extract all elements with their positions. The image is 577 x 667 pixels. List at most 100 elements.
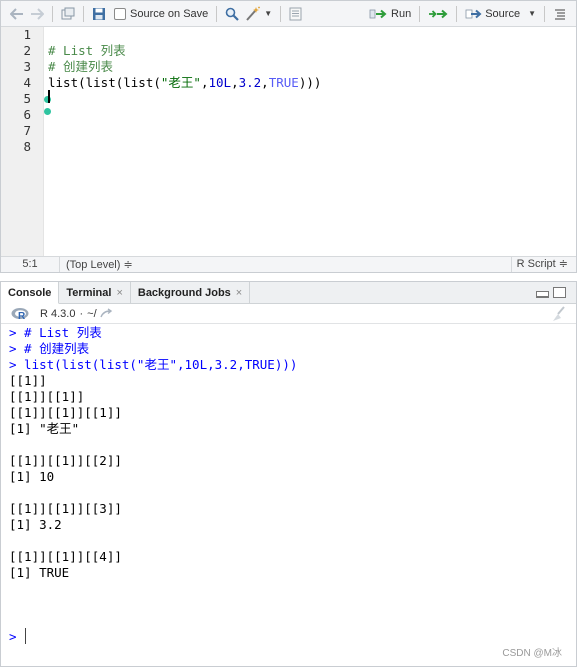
forward-button[interactable] xyxy=(27,4,47,24)
close-icon[interactable]: × xyxy=(116,287,122,299)
separator-dot: · xyxy=(79,307,84,320)
code-number: 10L xyxy=(208,75,232,90)
line-number: 4 xyxy=(23,75,31,90)
tab-console[interactable]: Console xyxy=(1,282,60,304)
tab-label: Console xyxy=(8,286,52,299)
toolbar-divider xyxy=(83,5,84,22)
document-outline-button[interactable] xyxy=(550,4,570,24)
line-number: 2 xyxy=(23,43,31,58)
console-output[interactable]: > # List 列表 > # 创建列表 > list(list(list("老… xyxy=(1,325,576,666)
maximize-pane-icon[interactable] xyxy=(553,287,566,298)
line-number: 5 xyxy=(23,91,31,106)
console-output-line: [[1]][[1]][[1]] xyxy=(9,405,122,420)
watermark: CSDN @M冰 xyxy=(502,648,562,659)
console-toolbar: R R 4.3.0 · ~/ xyxy=(1,304,576,324)
line-number-gutter: 1 2 3 4 5 6 7 8 xyxy=(1,27,44,256)
popout-icon xyxy=(61,7,75,20)
console-pane: Console Terminal × Background Jobs × R R… xyxy=(0,281,577,667)
console-output-line: [[1]] xyxy=(9,373,47,388)
console-output-line: [[1]][[1]][[4]] xyxy=(9,549,122,564)
console-input-caret[interactable] xyxy=(25,628,26,644)
code-function-call: list(list(list( xyxy=(48,75,161,90)
scope-selector[interactable]: (Top Level) ≑ xyxy=(60,258,511,271)
find-replace-button[interactable] xyxy=(222,4,242,24)
pane-controls xyxy=(536,282,576,303)
code-comment-line: # List 列表 xyxy=(48,43,126,58)
r-logo-icon: R xyxy=(11,307,29,321)
code-comma: , xyxy=(231,75,239,90)
run-label: Run xyxy=(391,7,412,20)
tab-label: Terminal xyxy=(66,286,112,299)
toolbar-divider xyxy=(216,5,218,22)
code-tools-button[interactable]: ▼ xyxy=(242,4,275,24)
rerun-icon xyxy=(429,9,448,18)
console-prompt: > xyxy=(9,629,17,644)
line-number: 1 xyxy=(23,27,31,42)
text-cursor xyxy=(48,90,50,103)
cursor-position: 5:1 xyxy=(1,257,60,272)
save-icon xyxy=(93,7,105,20)
show-in-window-button[interactable] xyxy=(58,4,78,24)
console-output-line: [[1]][[1]][[2]] xyxy=(9,453,122,468)
file-type-selector[interactable]: R Script ≑ xyxy=(510,257,576,272)
line-number: 8 xyxy=(23,139,31,154)
run-arrow-icon xyxy=(369,9,387,18)
clear-console-icon[interactable] xyxy=(550,305,568,322)
console-input-line: > # 创建列表 xyxy=(9,341,90,356)
code-line: list(list(list("老王",10L,3.2,TRUE))) xyxy=(48,75,321,91)
rerun-button[interactable] xyxy=(425,4,451,24)
go-to-directory-icon[interactable] xyxy=(99,308,114,319)
line-number: 7 xyxy=(23,123,31,138)
console-output-line: [1] "老王" xyxy=(9,421,80,436)
code-comment-line: # 创建列表 xyxy=(48,59,114,74)
source-on-save-toggle[interactable]: Source on Save xyxy=(109,4,211,24)
code-number: 3.2 xyxy=(238,75,262,90)
arrow-left-icon xyxy=(10,7,23,20)
toolbar-divider xyxy=(456,5,458,22)
console-input-line: > list(list(list("老王",10L,3.2,TRUE))) xyxy=(9,357,298,372)
console-output-line: [1] TRUE xyxy=(9,565,70,580)
console-tab-bar: Console Terminal × Background Jobs × xyxy=(1,282,576,304)
back-button[interactable] xyxy=(7,4,27,24)
console-output-line: [1] 10 xyxy=(9,469,55,484)
code-editor[interactable]: 1 2 3 4 5 6 7 8 # List 列表 # 创建列表 list(li… xyxy=(1,27,576,256)
minimize-pane-icon[interactable] xyxy=(536,291,549,298)
console-output-line: [1] 3.2 xyxy=(9,517,62,532)
tab-background-jobs[interactable]: Background Jobs × xyxy=(131,282,251,303)
document-outline-icon xyxy=(289,7,302,20)
console-output-line: [[1]][[1]][[3]] xyxy=(9,501,122,516)
execution-marker-icon xyxy=(44,108,51,115)
code-closing-parens: ))) xyxy=(298,75,322,90)
editor-status-bar: 5:1 (Top Level) ≑ R Script ≑ xyxy=(1,256,576,272)
r-version: R 4.3.0 xyxy=(40,307,76,320)
chevron-down-icon[interactable]: ▼ xyxy=(528,9,536,18)
editor-toolbar: Source on Save ▼ Run Source ▼ xyxy=(1,1,576,27)
arrow-right-icon xyxy=(31,7,44,20)
tab-terminal[interactable]: Terminal × xyxy=(59,282,131,303)
toolbar-divider xyxy=(280,5,282,22)
code-string: "老王" xyxy=(160,75,201,90)
save-button[interactable] xyxy=(89,4,109,24)
compile-report-button[interactable] xyxy=(286,4,305,24)
console-output-line: [[1]][[1]] xyxy=(9,389,85,404)
toolbar-divider xyxy=(544,5,545,22)
outline-lines-icon xyxy=(555,8,565,20)
close-icon[interactable]: × xyxy=(236,287,242,299)
code-keyword: TRUE xyxy=(268,75,299,90)
search-icon xyxy=(225,7,240,21)
line-number: 3 xyxy=(23,59,31,74)
magic-wand-icon xyxy=(246,6,261,21)
toolbar-divider xyxy=(419,5,421,22)
toolbar-divider xyxy=(52,5,53,22)
source-button[interactable]: Source ▼ xyxy=(462,4,539,24)
tab-label: Background Jobs xyxy=(137,286,231,299)
source-editor-pane: Source on Save ▼ Run Source ▼ 1 2 3 4 5 … xyxy=(0,0,577,273)
source-on-save-checkbox[interactable] xyxy=(114,7,126,20)
run-button[interactable]: Run xyxy=(366,4,414,24)
code-comma: , xyxy=(261,75,269,90)
svg-text:R: R xyxy=(18,311,26,321)
console-input-line: > # List 列表 xyxy=(9,325,102,340)
source-on-save-label: Source on Save xyxy=(130,7,209,20)
source-arrow-icon xyxy=(465,9,482,18)
source-label: Source xyxy=(485,7,521,20)
